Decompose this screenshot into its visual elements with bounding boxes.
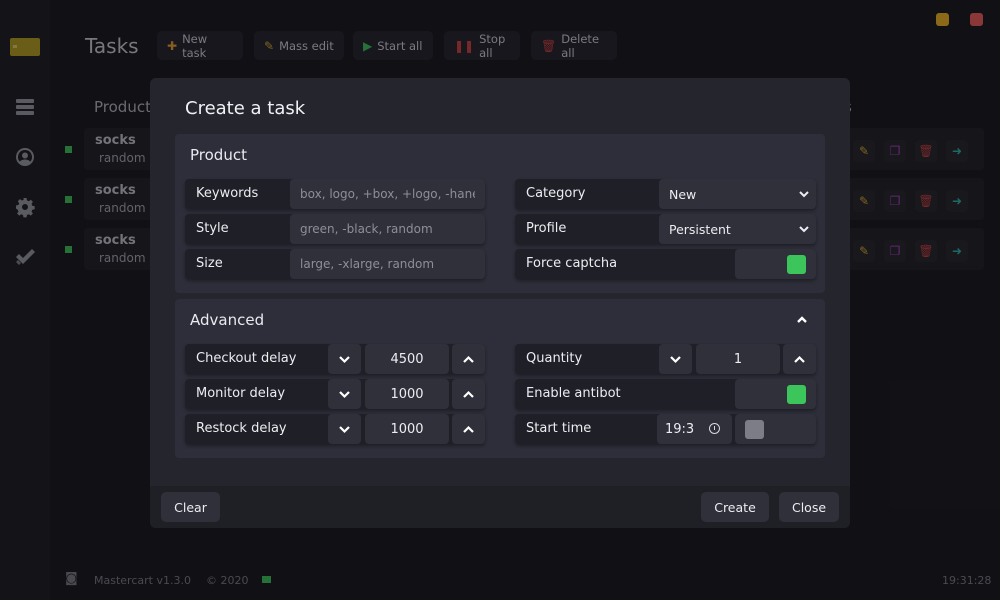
chevron-down-icon <box>799 226 809 233</box>
profile-select[interactable]: Persistent <box>659 214 816 244</box>
create-task-modal: Create a task Product Keywords Style Siz… <box>150 78 850 528</box>
chevron-down-icon <box>799 191 809 198</box>
checkout-delay-increment[interactable] <box>452 344 485 374</box>
chevron-up-icon <box>794 355 805 363</box>
checkout-delay-value[interactable]: 4500 <box>365 344 449 374</box>
chevron-up-icon <box>463 390 474 398</box>
chevron-up-icon <box>463 425 474 433</box>
close-button[interactable]: Close <box>779 492 839 522</box>
quantity-decrement[interactable] <box>659 344 692 374</box>
size-input[interactable] <box>290 249 485 279</box>
product-section: Product Keywords Style Size Category New… <box>175 134 825 293</box>
quantity-increment[interactable] <box>783 344 816 374</box>
restock-delay-increment[interactable] <box>452 414 485 444</box>
enable-antibot-toggle[interactable] <box>787 385 806 404</box>
style-field: Style <box>185 214 485 244</box>
enable-antibot-field: Enable antibot <box>515 379 816 409</box>
monitor-delay-decrement[interactable] <box>328 379 361 409</box>
start-time-toggle[interactable] <box>745 420 764 439</box>
force-captcha-toggle-area <box>735 249 816 279</box>
section-title: Advanced <box>190 311 265 329</box>
section-title: Product <box>190 146 247 164</box>
force-captcha-toggle[interactable] <box>787 255 806 274</box>
chevron-down-icon <box>670 355 681 363</box>
category-select[interactable]: New <box>659 179 816 209</box>
clear-button[interactable]: Clear <box>161 492 220 522</box>
chevron-down-icon <box>339 355 350 363</box>
restock-delay-value[interactable]: 1000 <box>365 414 449 444</box>
chevron-down-icon <box>339 425 350 433</box>
profile-field: Profile Persistent <box>515 214 816 244</box>
checkout-delay-decrement[interactable] <box>328 344 361 374</box>
chevron-up-icon[interactable] <box>795 313 809 327</box>
quantity-field: Quantity 1 <box>515 344 816 374</box>
category-field: Category New <box>515 179 816 209</box>
force-captcha-field: Force captcha <box>515 249 816 279</box>
restock-delay-decrement[interactable] <box>328 414 361 444</box>
chevron-down-icon <box>339 390 350 398</box>
checkout-delay-field: Checkout delay 4500 <box>185 344 485 374</box>
keywords-input[interactable] <box>290 179 485 209</box>
enable-antibot-toggle-area <box>735 379 816 409</box>
start-time-field: Start time 19:3 <box>515 414 816 444</box>
chevron-up-icon <box>463 355 474 363</box>
clock-icon[interactable] <box>709 423 720 434</box>
start-time-toggle-area <box>735 414 816 444</box>
size-field: Size <box>185 249 485 279</box>
restock-delay-field: Restock delay 1000 <box>185 414 485 444</box>
advanced-section: Advanced Checkout delay 4500 Monitor del… <box>175 299 825 458</box>
monitor-delay-increment[interactable] <box>452 379 485 409</box>
monitor-delay-value[interactable]: 1000 <box>365 379 449 409</box>
create-button[interactable]: Create <box>701 492 769 522</box>
start-time-input[interactable]: 19:3 <box>657 414 732 444</box>
monitor-delay-field: Monitor delay 1000 <box>185 379 485 409</box>
quantity-value[interactable]: 1 <box>696 344 780 374</box>
style-input[interactable] <box>290 214 485 244</box>
keywords-field: Keywords <box>185 179 485 209</box>
modal-title: Create a task <box>185 98 306 119</box>
